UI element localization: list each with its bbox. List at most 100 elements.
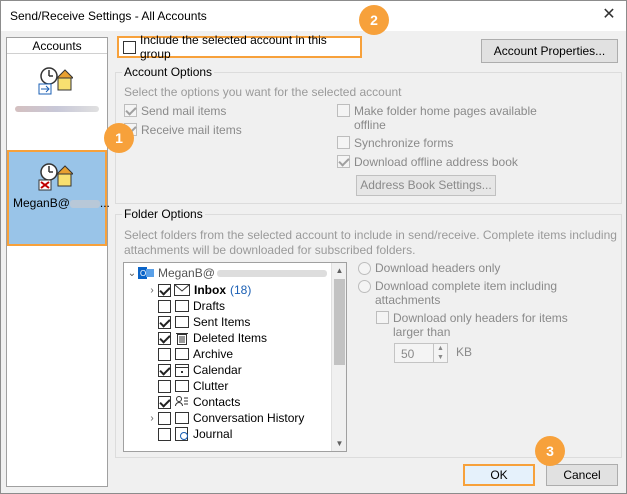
download-oab-checkbox[interactable] (337, 155, 350, 168)
svg-text:O: O (140, 269, 146, 278)
scroll-up-arrow-icon[interactable]: ▲ (332, 263, 346, 278)
account-item-meganb[interactable]: MeganB@... (7, 150, 110, 246)
include-in-group-checkbox[interactable]: Include the selected account in this gro… (117, 33, 362, 61)
tree-item-drafts[interactable]: Drafts (158, 298, 225, 314)
archive-folder-icon (175, 348, 189, 360)
synchronize-forms-checkbox[interactable] (337, 136, 350, 149)
synchronize-forms-option[interactable]: Synchronize forms (337, 136, 453, 150)
accounts-header: Accounts (7, 38, 107, 54)
inbox-count: (18) (230, 283, 252, 297)
inbox-checkbox[interactable] (158, 283, 171, 297)
tree-item-inbox[interactable]: › Inbox (18) (146, 282, 251, 298)
sent-items-folder-icon (175, 316, 189, 328)
drafts-folder-icon (175, 300, 189, 312)
window-title: Send/Receive Settings - All Accounts (10, 9, 207, 23)
expand-chevron-icon[interactable]: › (146, 285, 158, 296)
download-complete-item-radio[interactable] (358, 280, 371, 293)
archive-checkbox[interactable] (158, 347, 171, 361)
calendar-icon (175, 364, 189, 377)
tree-item-contacts[interactable]: Contacts (158, 394, 240, 410)
journal-icon (175, 427, 188, 441)
ok-button[interactable]: OK (463, 464, 535, 486)
download-only-headers-checkbox[interactable] (376, 311, 389, 324)
outlook-icon: O (138, 267, 154, 279)
tree-item-clutter[interactable]: Clutter (158, 378, 228, 394)
scrollbar-thumb[interactable] (334, 279, 345, 365)
account-name-redacted (15, 106, 99, 112)
conversation-history-folder-icon (175, 412, 189, 424)
account-label: MeganB@... (13, 196, 110, 210)
clutter-checkbox[interactable] (158, 379, 171, 393)
account-options-group: Account Options Select the options you w… (115, 65, 622, 204)
expand-chevron-icon[interactable]: › (146, 413, 158, 424)
download-only-headers-larger-option[interactable]: Download only headers for items larger th… (376, 311, 568, 339)
collapse-chevron-icon[interactable]: ⌄ (126, 268, 138, 279)
folder-home-pages-checkbox[interactable] (337, 104, 350, 117)
tree-item-deleted-items[interactable]: Deleted Items (158, 330, 267, 346)
include-in-group-label: Include the selected account in this gro… (140, 33, 327, 61)
calendar-checkbox[interactable] (158, 363, 171, 377)
deleted-items-label: Deleted Items (193, 331, 268, 345)
download-complete-item-label: Download complete item including attachme… (375, 279, 558, 307)
size-limit-spinner[interactable]: 50 ▲ ▼ (394, 343, 448, 363)
tree-item-sent-items[interactable]: Sent Items (158, 314, 250, 330)
send-mail-option[interactable]: Send mail items (124, 104, 226, 118)
folder-tree[interactable]: ⌄ O MeganB@ › Inbox (18) Drafts Sent Ite… (123, 262, 347, 452)
clutter-folder-icon (175, 380, 189, 392)
folder-options-hint: Select folders from the selected account… (124, 228, 617, 257)
address-book-settings-button[interactable]: Address Book Settings... (356, 175, 496, 196)
account-options-hint: Select the options you want for the sele… (124, 85, 402, 99)
journal-checkbox[interactable] (158, 427, 171, 441)
synchronize-forms-label: Synchronize forms (354, 136, 454, 150)
account-properties-button[interactable]: Account Properties... (481, 39, 618, 63)
account-item-1[interactable] (9, 60, 105, 120)
contacts-checkbox[interactable] (158, 395, 171, 409)
tree-item-journal[interactable]: Journal (158, 426, 232, 442)
tree-root-account[interactable]: ⌄ O MeganB@ (126, 265, 327, 281)
tree-item-archive[interactable]: Archive (158, 346, 233, 362)
scroll-down-arrow-icon[interactable]: ▼ (332, 436, 346, 451)
download-complete-item-option[interactable]: Download complete item including attachme… (358, 279, 557, 307)
download-only-headers-label: Download only headers for items larger th… (393, 311, 568, 339)
folder-home-pages-option[interactable]: Make folder home pages available offline (337, 104, 537, 132)
inbox-icon (174, 284, 190, 296)
receive-mail-option[interactable]: Receive mail items (124, 123, 242, 137)
accounts-list: Accounts MeganB@ ... (6, 37, 110, 487)
conversation-history-checkbox[interactable] (158, 411, 171, 425)
trash-icon (176, 333, 188, 345)
download-oab-label: Download offline address book (354, 155, 518, 169)
drafts-checkbox[interactable] (158, 299, 171, 313)
spinner-up-icon[interactable]: ▲ (433, 344, 447, 353)
root-name-redacted (216, 269, 327, 277)
spinner-down-icon[interactable]: ▼ (433, 353, 447, 362)
tree-item-conversation-history[interactable]: › Conversation History (146, 410, 304, 426)
deleted-items-checkbox[interactable] (158, 331, 171, 345)
tree-vertical-scrollbar[interactable]: ▲ ▼ (331, 263, 346, 451)
step-marker-2: 2 (359, 5, 389, 35)
step-marker-1: 1 (104, 123, 134, 153)
step-marker-3: 3 (535, 436, 565, 466)
close-icon[interactable]: ✕ (598, 4, 620, 26)
size-limit-value: 50 (401, 347, 415, 361)
download-headers-only-radio[interactable] (358, 262, 371, 275)
cancel-button[interactable]: Cancel (546, 464, 618, 486)
send-mail-checkbox[interactable] (124, 104, 137, 117)
tree-root-label: MeganB@ (158, 266, 215, 280)
account-options-title: Account Options (122, 65, 215, 79)
calendar-label: Calendar (193, 363, 242, 377)
archive-label: Archive (193, 347, 234, 361)
account-send-receive-icon (38, 67, 73, 95)
clutter-label: Clutter (193, 379, 229, 393)
folder-options-title: Folder Options (122, 207, 205, 221)
download-headers-only-label: Download headers only (375, 261, 501, 275)
contacts-label: Contacts (193, 395, 241, 409)
download-headers-only-option[interactable]: Download headers only (358, 261, 500, 275)
conversation-history-label: Conversation History (193, 411, 305, 425)
contacts-icon (175, 396, 188, 407)
tree-item-calendar[interactable]: Calendar (158, 362, 242, 378)
checkbox[interactable] (123, 40, 136, 54)
sent-items-checkbox[interactable] (158, 315, 171, 329)
account-excluded-icon (38, 163, 73, 191)
download-oab-option[interactable]: Download offline address book (337, 155, 518, 169)
receive-mail-label: Receive mail items (141, 123, 242, 137)
